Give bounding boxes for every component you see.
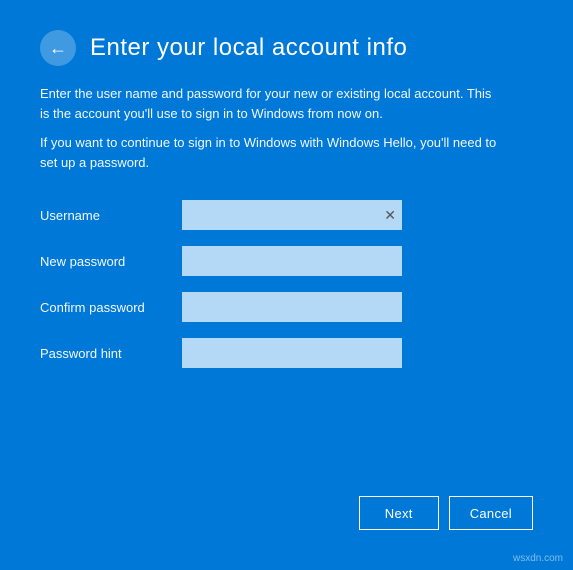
clear-icon[interactable]: ✕ bbox=[384, 208, 396, 222]
username-row: Username ✕ bbox=[40, 200, 533, 230]
main-container: ← Enter your local account info Enter th… bbox=[0, 0, 573, 570]
new-password-label: New password bbox=[40, 254, 170, 269]
username-label: Username bbox=[40, 208, 170, 223]
password-hint-label: Password hint bbox=[40, 346, 170, 361]
confirm-password-row: Confirm password bbox=[40, 292, 533, 322]
description-line1: Enter the user name and password for you… bbox=[40, 84, 500, 123]
page-title: Enter your local account info bbox=[90, 34, 407, 62]
confirm-password-label: Confirm password bbox=[40, 300, 170, 315]
new-password-input-wrapper bbox=[182, 246, 402, 276]
watermark: wsxdn.com bbox=[513, 553, 563, 564]
password-hint-input-wrapper bbox=[182, 338, 402, 368]
new-password-input[interactable] bbox=[182, 246, 402, 276]
username-input-wrapper: ✕ bbox=[182, 200, 402, 230]
new-password-row: New password bbox=[40, 246, 533, 276]
password-hint-row: Password hint bbox=[40, 338, 533, 368]
form-section: Username ✕ New password Confirm password… bbox=[40, 200, 533, 476]
next-button[interactable]: Next bbox=[359, 496, 439, 530]
description-line2: If you want to continue to sign in to Wi… bbox=[40, 133, 500, 172]
username-input[interactable] bbox=[182, 200, 402, 230]
footer: Next Cancel bbox=[40, 476, 533, 540]
back-button[interactable]: ← bbox=[40, 30, 76, 66]
cancel-button[interactable]: Cancel bbox=[449, 496, 533, 530]
password-hint-input[interactable] bbox=[182, 338, 402, 368]
header: ← Enter your local account info bbox=[40, 30, 533, 66]
confirm-password-input-wrapper bbox=[182, 292, 402, 322]
back-arrow-icon: ← bbox=[49, 38, 67, 59]
confirm-password-input[interactable] bbox=[182, 292, 402, 322]
